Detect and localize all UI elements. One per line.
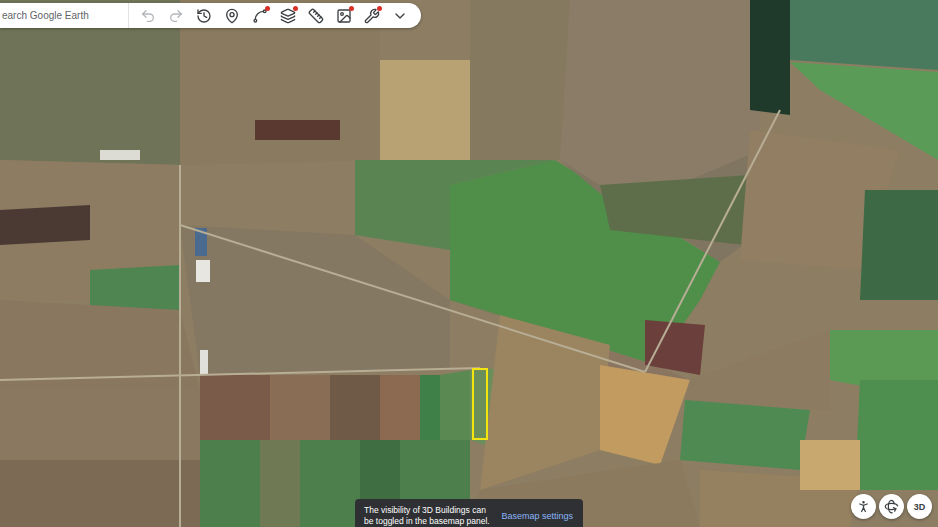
toast-line: be toggled in the basemap panel. bbox=[364, 516, 487, 527]
undo-icon bbox=[140, 8, 156, 24]
top-toolbar: earch Google Earth bbox=[0, 3, 421, 28]
measure-icon bbox=[308, 8, 324, 24]
placemark-icon bbox=[224, 8, 240, 24]
basemap-settings-link[interactable]: Basemap settings bbox=[501, 511, 573, 521]
path-button[interactable] bbox=[249, 5, 271, 27]
satellite-map[interactable] bbox=[0, 0, 938, 527]
notification-dot bbox=[349, 6, 354, 11]
tilt-button[interactable] bbox=[879, 494, 904, 519]
more-button[interactable] bbox=[389, 5, 411, 27]
measure-button[interactable] bbox=[305, 5, 327, 27]
search-field[interactable]: earch Google Earth bbox=[0, 3, 128, 28]
overlay-button[interactable] bbox=[333, 5, 355, 27]
toast-line: The visibility of 3D Buildings can bbox=[364, 505, 487, 516]
tilt-icon bbox=[884, 499, 899, 514]
tool-group bbox=[128, 3, 421, 28]
map-controls: 3D bbox=[851, 494, 932, 519]
toast: The visibility of 3D Buildings canbe tog… bbox=[355, 499, 583, 527]
undo-button[interactable] bbox=[137, 5, 159, 27]
toast-message: The visibility of 3D Buildings canbe tog… bbox=[364, 505, 487, 527]
selection-outline[interactable] bbox=[473, 369, 487, 439]
toggle-3d-button[interactable]: 3D bbox=[907, 494, 932, 519]
placemark-button[interactable] bbox=[221, 5, 243, 27]
pegman-icon bbox=[856, 499, 871, 514]
redo-icon bbox=[168, 8, 184, 24]
notification-dot bbox=[377, 6, 382, 11]
history-button[interactable] bbox=[193, 5, 215, 27]
redo-button[interactable] bbox=[165, 5, 187, 27]
notification-dot bbox=[293, 6, 298, 11]
notification-dot bbox=[265, 6, 270, 11]
tools-button[interactable] bbox=[361, 5, 383, 27]
street-view-button[interactable] bbox=[851, 494, 876, 519]
google-earth-screen: earch Google Earth The visibility of 3D B… bbox=[0, 0, 938, 527]
history-icon bbox=[196, 8, 212, 24]
layers-button[interactable] bbox=[277, 5, 299, 27]
more-icon bbox=[392, 8, 408, 24]
